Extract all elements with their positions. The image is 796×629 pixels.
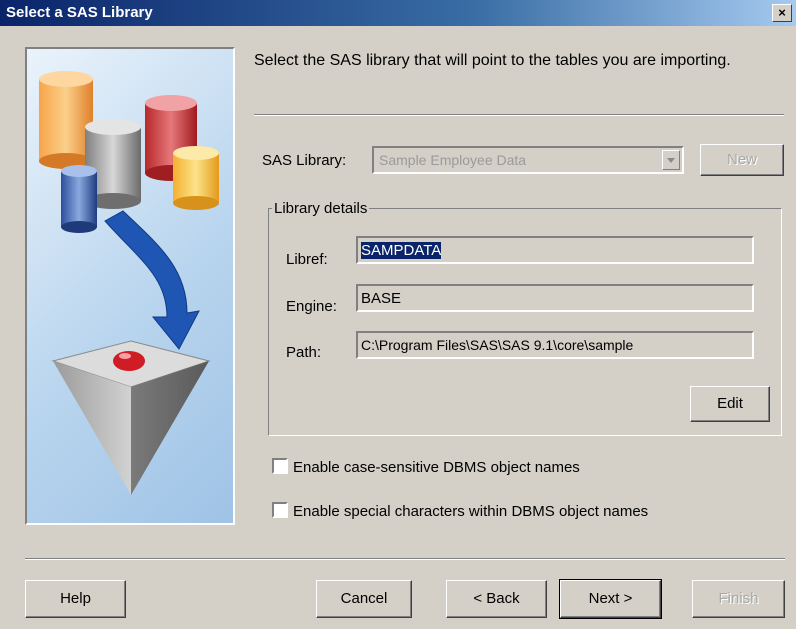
sas-library-label: SAS Library: [262,152,347,169]
engine-label: Engine: [286,298,337,315]
case-sensitive-checkbox[interactable] [272,458,288,474]
down-arrow-graphic [104,210,200,350]
new-button[interactable]: New [700,144,784,176]
engine-field[interactable]: BASE [356,284,754,312]
database-cylinders-graphic [39,71,219,233]
libref-value: SAMPDATA [361,242,442,259]
special-characters-label[interactable]: Enable special characters within DBMS ob… [293,503,648,520]
instructions-text: Select the SAS library that will point t… [254,52,731,69]
engine-value: BASE [361,290,402,307]
library-details-title: Library details [272,200,370,217]
special-characters-checkbox[interactable] [272,502,288,518]
cancel-button[interactable]: Cancel [316,580,412,618]
next-button[interactable]: Next > [559,579,662,619]
sas-library-dropdown[interactable]: Sample Employee Data [372,146,684,174]
libref-label: Libref: [286,251,328,268]
divider [254,114,784,116]
case-sensitive-label[interactable]: Enable case-sensitive DBMS object names [293,459,580,476]
help-button[interactable]: Help [25,580,126,618]
title-bar: Select a SAS Library × [0,0,796,26]
path-value: C:\Program Files\SAS\SAS 9.1\core\sample [361,337,634,353]
libref-field[interactable]: SAMPDATA [356,236,754,264]
wizard-illustration [25,47,235,525]
finish-button[interactable]: Finish [692,580,785,618]
edit-button[interactable]: Edit [690,386,770,422]
pyramid-graphic [51,340,211,495]
button-divider [25,558,785,560]
window-title: Select a SAS Library [6,4,153,21]
path-label: Path: [286,344,322,361]
sas-library-selected: Sample Employee Data [379,152,527,168]
path-field[interactable]: C:\Program Files\SAS\SAS 9.1\core\sample [356,331,754,359]
dropdown-arrow-icon[interactable] [662,150,680,170]
close-icon[interactable]: × [772,4,792,22]
back-button[interactable]: < Back [446,580,547,618]
